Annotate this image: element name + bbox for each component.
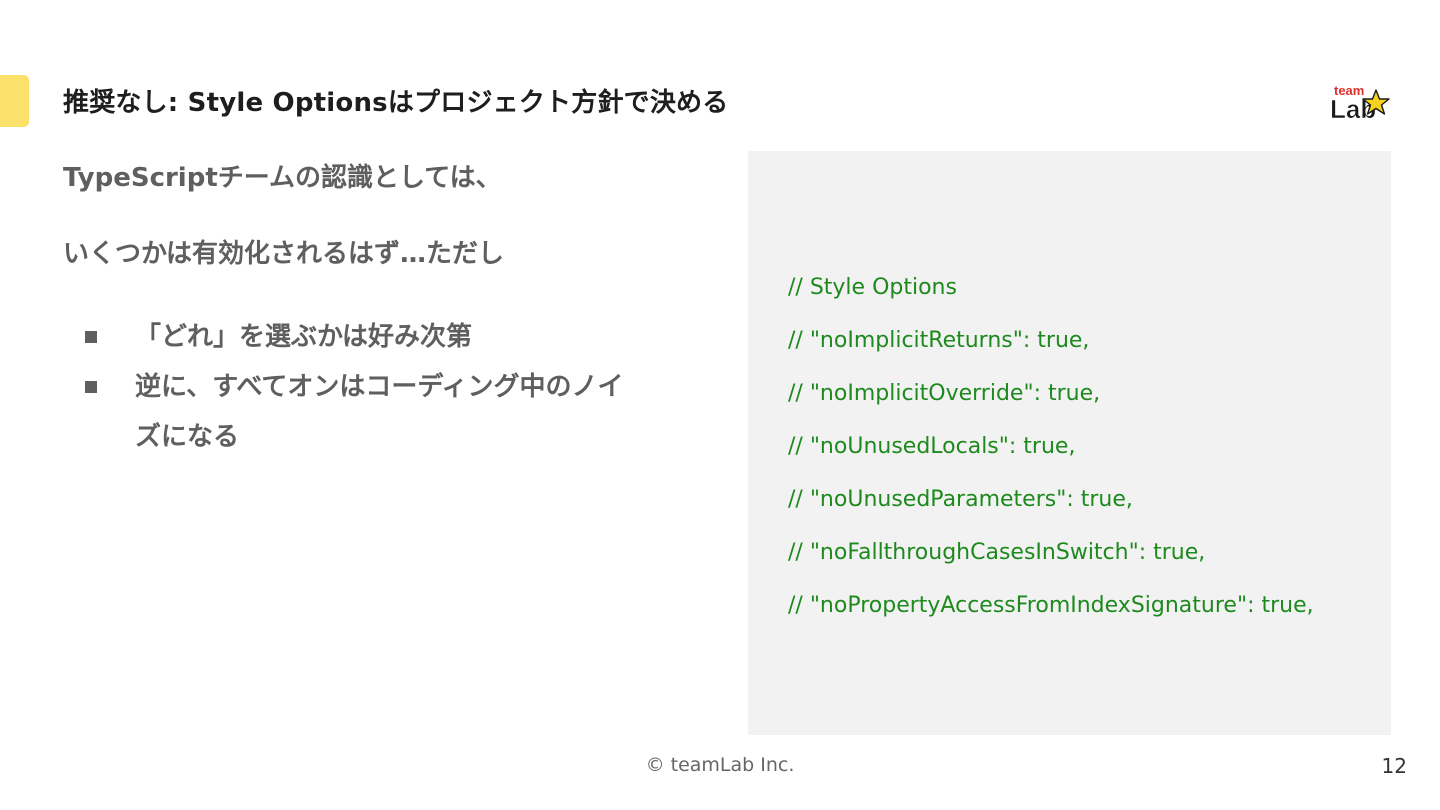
square-bullet-icon (85, 381, 97, 393)
code-block: // Style Options // "noImplicitReturns":… (788, 261, 1314, 632)
code-line: // "noImplicitReturns": true, (788, 328, 1090, 353)
code-line: // "noUnusedLocals": true, (788, 434, 1076, 459)
title-accent-bar (0, 75, 29, 127)
page-number: 12 (1381, 754, 1407, 778)
code-line: // "noFallthroughCasesInSwitch": true, (788, 540, 1206, 565)
slide-title: 推奨なし: Style Optionsはプロジェクト方針で決める (63, 88, 729, 118)
body-text: TypeScriptチームの認識としては、 いくつかは有効化されるはず…ただし … (63, 160, 683, 452)
code-line: // "noImplicitOverride": true, (788, 381, 1101, 406)
paragraph-team-view: TypeScriptチームの認識としては、 (63, 163, 502, 193)
footer-copyright: © teamLab Inc. (645, 754, 795, 776)
bullet-list: 「どれ」を選ぶかは好み次第 逆に、すべてオンはコーディング中のノイズになる (85, 312, 645, 462)
list-item: 「どれ」を選ぶかは好み次第 (85, 312, 645, 362)
paragraph-some-enabled: いくつかは有効化されるはず…ただし (63, 239, 504, 269)
code-line: // "noUnusedParameters": true, (788, 487, 1133, 512)
code-panel: // Style Options // "noImplicitReturns":… (748, 151, 1391, 735)
bullet-text: 「どれ」を選ぶかは好み次第 (135, 322, 472, 352)
code-line: // Style Options (788, 275, 957, 300)
bullet-text: 逆に、すべてオンはコーディング中のノイズになる (135, 372, 624, 452)
list-item: 逆に、すべてオンはコーディング中のノイズになる (85, 362, 645, 462)
code-line: // "noPropertyAccessFromIndexSignature":… (788, 593, 1314, 618)
teamlab-logo-icon: team Lab (1328, 80, 1392, 124)
square-bullet-icon (85, 331, 97, 343)
